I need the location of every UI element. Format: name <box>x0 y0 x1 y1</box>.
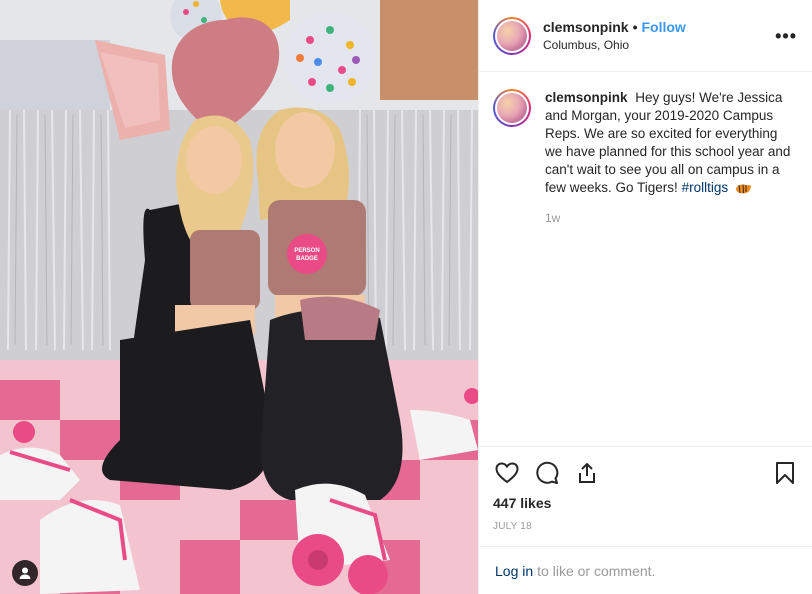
post-side-panel: clemsonpink • Follow Columbus, Ohio ••• … <box>478 0 812 594</box>
post-date[interactable]: JULY 18 <box>493 521 799 532</box>
caption-text: Hey guys! We're Jessica and Morgan, your… <box>545 90 791 195</box>
comments-section: clemsonpink Hey guys! We're Jessica and … <box>479 73 812 445</box>
photo-illustration: PERSON BADGE <box>0 0 478 594</box>
separator-dot: • <box>632 19 638 35</box>
login-link[interactable]: Log in <box>495 563 533 579</box>
svg-text:BADGE: BADGE <box>296 256 318 262</box>
svg-text:PERSON: PERSON <box>294 248 319 254</box>
likes-count[interactable]: 447 likes <box>493 495 799 511</box>
login-prompt: Log in to like or comment. <box>479 546 812 594</box>
avatar[interactable] <box>493 16 531 55</box>
share-icon <box>579 463 595 483</box>
tiger-emoji-icon <box>735 184 751 194</box>
location-link[interactable]: Columbus, Ohio <box>543 38 686 52</box>
follow-button[interactable]: Follow <box>642 19 686 35</box>
hashtag-link[interactable]: #rolltigs <box>682 180 729 195</box>
comment-button[interactable] <box>533 459 561 487</box>
login-prompt-text: to like or comment. <box>537 562 656 579</box>
heart-icon <box>495 462 519 484</box>
post-actions: 447 likes JULY 18 <box>479 446 812 532</box>
share-button[interactable] <box>573 459 601 487</box>
post-header: clemsonpink • Follow Columbus, Ohio ••• <box>479 0 812 72</box>
post-photo[interactable]: PERSON BADGE <box>0 0 478 594</box>
username-link[interactable]: clemsonpink <box>543 19 629 35</box>
timestamp: 1w <box>545 211 561 225</box>
bookmark-icon <box>776 462 794 484</box>
tagged-users-button[interactable] <box>12 560 38 586</box>
like-button[interactable] <box>493 459 521 487</box>
user-icon <box>19 567 31 579</box>
caption-username[interactable]: clemsonpink <box>545 90 628 105</box>
more-options-icon[interactable]: ••• <box>775 26 797 47</box>
save-button[interactable] <box>771 459 799 487</box>
caption: clemsonpink Hey guys! We're Jessica and … <box>493 89 799 227</box>
comment-icon <box>536 461 559 484</box>
caption-avatar[interactable] <box>493 89 531 127</box>
